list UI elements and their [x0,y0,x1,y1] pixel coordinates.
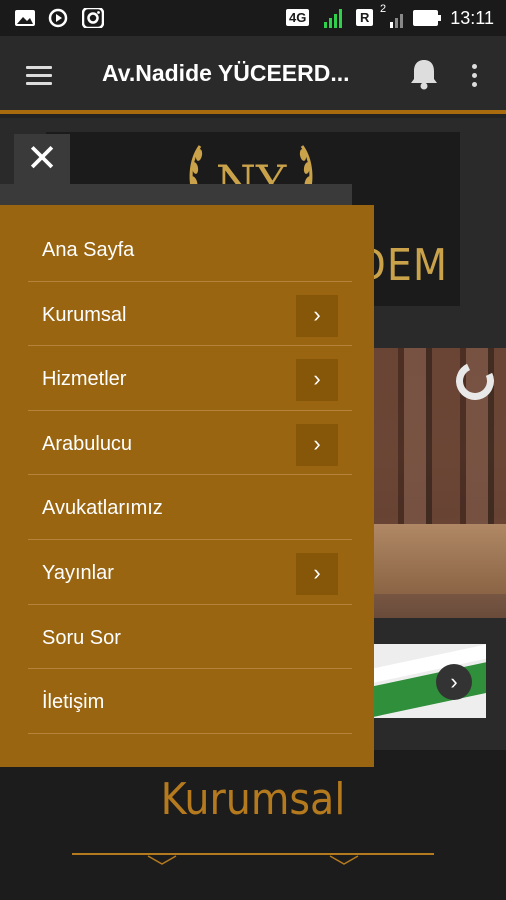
slider-next-icon[interactable]: › [436,664,472,700]
signal-strength-icon [324,9,342,28]
navigation-drawer: Ana Sayfa Kurumsal › Hizmetler › Arabulu… [0,205,374,767]
sim2-roaming-badge: R [356,9,374,26]
menu-item-label: Ana Sayfa [42,239,135,261]
menu-item-label: Hizmetler [42,368,127,391]
slider-image-desk [370,524,506,594]
chevron-right-icon[interactable]: › [296,294,338,337]
section-title: Kurumsal [160,774,346,825]
section-block: Kurumsal [0,750,506,900]
instagram-icon [82,8,104,28]
network-type-badge: 4G [286,9,310,26]
menu-item-arabulucu[interactable]: Arabulucu › [28,411,352,476]
menu-item-hizmetler[interactable]: Hizmetler › [28,346,352,411]
app-title: Av.Nadide YÜCEERD... [102,60,350,86]
menu-item-iletisim[interactable]: İletişim [28,669,352,734]
more-vert-icon[interactable] [462,56,488,96]
chevron-right-icon[interactable]: › [296,423,338,466]
sim2-number: 2 [380,3,387,15]
menu-item-yayinlar[interactable]: Yayınlar › [28,540,352,605]
hamburger-menu-icon[interactable] [22,58,58,94]
app-bar: Av.Nadide YÜCEERD... [0,36,506,114]
menu-item-label: Soru Sor [42,626,121,649]
close-icon[interactable]: ✕ [14,134,70,186]
menu-item-label: Kurumsal [42,303,127,326]
menu-item-label: Yayınlar [42,561,114,584]
image-icon [15,10,35,26]
menu-item-kurumsal[interactable]: Kurumsal › [28,282,352,347]
media-sync-icon [48,8,68,28]
chevron-right-icon[interactable]: › [296,359,338,402]
drawer-menu-list: Ana Sayfa Kurumsal › Hizmetler › Arabulu… [28,217,352,734]
menu-item-ana-sayfa[interactable]: Ana Sayfa [28,217,352,282]
menu-item-avukatlarimiz[interactable]: Avukatlarımız [28,475,352,540]
bell-icon[interactable] [404,54,444,94]
menu-item-label: Arabulucu [42,432,133,455]
status-bar: 4G R 2 13:11 [0,0,506,36]
menu-item-label: İletişim [42,691,105,714]
signal-weak-icon [390,14,403,28]
menu-item-label: Avukatlarımız [42,497,163,520]
menu-item-soru-sor[interactable]: Soru Sor [28,605,352,670]
chevron-right-icon[interactable]: › [296,552,338,595]
clock: 13:11 [450,8,494,28]
ornament-divider-icon [72,853,434,865]
battery-icon [413,10,441,26]
drawer-header [0,184,352,206]
